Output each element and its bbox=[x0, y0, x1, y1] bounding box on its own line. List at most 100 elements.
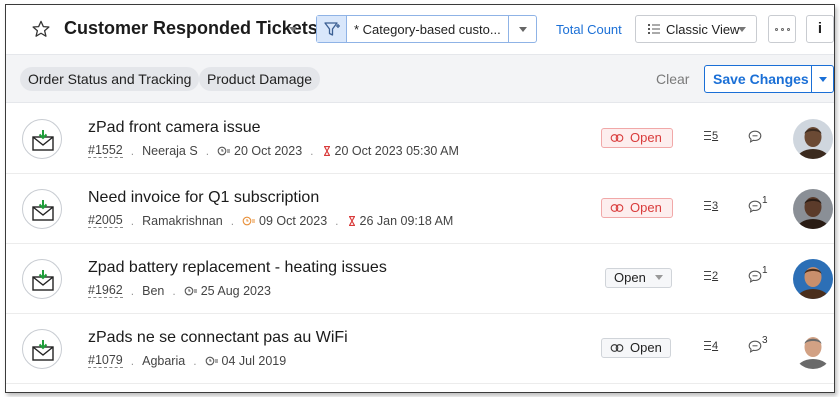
separator-dot: . bbox=[193, 353, 197, 368]
view-mode-dropdown[interactable]: Classic View bbox=[635, 15, 757, 43]
ticket-due-date: 20 Oct 2023 05:30 AM bbox=[334, 143, 459, 158]
email-channel-icon bbox=[22, 119, 62, 159]
ticket-subject-link[interactable]: Need invoice for Q1 subscription bbox=[88, 189, 319, 207]
thread-count-value: 2 bbox=[712, 270, 719, 282]
info-button[interactable]: i bbox=[806, 15, 834, 43]
thread-count-value: 3 bbox=[712, 200, 719, 212]
dot-icon bbox=[787, 28, 790, 31]
avatar[interactable] bbox=[793, 119, 833, 159]
list-header: Customer Responded Tickets * Category-ba… bbox=[6, 5, 834, 55]
filter-dropdown-button[interactable] bbox=[508, 16, 536, 42]
star-icon[interactable] bbox=[32, 20, 50, 38]
ticket-row[interactable]: Need invoice for Q1 subscription #2005 .… bbox=[6, 174, 834, 244]
chevron-down-icon bbox=[519, 27, 527, 32]
ticket-created-date: 04 Jul 2019 bbox=[221, 353, 287, 368]
chevron-down-icon[interactable] bbox=[289, 27, 297, 32]
ticket-created-date: 20 Oct 2023 bbox=[234, 143, 303, 158]
comment-icon bbox=[748, 340, 762, 354]
comment-count[interactable]: 3 bbox=[748, 335, 768, 358]
separator-dot: . bbox=[172, 283, 176, 298]
separator-dot: . bbox=[335, 213, 339, 228]
comment-count[interactable]: 1 bbox=[748, 265, 768, 288]
filter-tag[interactable]: Product Damage bbox=[199, 67, 321, 91]
status-dropdown[interactable]: Open bbox=[605, 268, 673, 288]
status-link-icon bbox=[610, 134, 624, 142]
ticket-agent: Agbaria bbox=[142, 353, 186, 368]
ticket-subject-link[interactable]: zPads ne se connectant pas au WiFi bbox=[88, 329, 348, 347]
hourglass-icon bbox=[348, 215, 355, 226]
comment-icon bbox=[748, 130, 762, 144]
comment-count[interactable] bbox=[748, 129, 762, 148]
status-label: Open bbox=[614, 270, 646, 285]
ticket-agent: Ben bbox=[142, 283, 165, 298]
email-channel-icon bbox=[22, 189, 62, 229]
threads-icon bbox=[704, 131, 711, 140]
status-label: Open bbox=[630, 200, 662, 215]
chevron-down-icon bbox=[819, 77, 827, 82]
threads-icon bbox=[704, 201, 711, 210]
clock-icon bbox=[242, 216, 256, 225]
save-options-dropdown[interactable] bbox=[811, 66, 833, 92]
list-icon bbox=[648, 24, 660, 34]
comment-count[interactable]: 1 bbox=[748, 195, 768, 218]
ticket-id-link[interactable]: #1552 bbox=[88, 143, 123, 158]
ticket-subject-link[interactable]: Zpad battery replacement - heating issue… bbox=[88, 259, 387, 277]
comment-icon bbox=[748, 200, 762, 214]
threads-icon bbox=[704, 271, 711, 280]
ticket-id-link[interactable]: #2005 bbox=[88, 213, 123, 228]
dot-icon bbox=[775, 28, 778, 31]
view-title[interactable]: Customer Responded Tickets bbox=[64, 18, 318, 39]
clear-button[interactable]: Clear bbox=[656, 71, 689, 87]
ticket-agent: Ramakrishnan bbox=[142, 213, 223, 228]
ticket-meta: #1962 . Ben . 25 Aug 2023 bbox=[88, 283, 271, 298]
thread-count[interactable]: 5 bbox=[704, 130, 718, 142]
avatar[interactable] bbox=[793, 259, 833, 299]
clock-icon bbox=[205, 356, 218, 365]
filter-tag-bar: Order Status and Tracking Product Damage… bbox=[6, 55, 834, 103]
thread-count[interactable]: 3 bbox=[704, 200, 718, 212]
comment-count-value: 3 bbox=[762, 335, 768, 346]
status-dropdown[interactable]: Open bbox=[601, 198, 673, 218]
thread-count-value: 5 bbox=[712, 130, 719, 142]
ticket-created-date: 09 Oct 2023 bbox=[259, 213, 328, 228]
ticket-row[interactable]: zPad front camera issue #1552 . Neeraja … bbox=[6, 104, 834, 174]
status-link-icon bbox=[610, 204, 624, 212]
filter-selector[interactable]: * Category-based custo... bbox=[316, 15, 537, 43]
email-channel-icon bbox=[22, 259, 62, 299]
thread-count[interactable]: 4 bbox=[704, 340, 718, 352]
status-label: Open bbox=[630, 130, 662, 145]
status-dropdown[interactable]: Open bbox=[601, 128, 673, 148]
separator-dot: . bbox=[130, 143, 135, 158]
filter-tag[interactable]: Order Status and Tracking bbox=[20, 67, 200, 91]
ticket-meta: #2005 . Ramakrishnan . 09 Oct 2023 . 26 … bbox=[88, 213, 453, 228]
status-label: Open bbox=[630, 340, 662, 355]
ticket-subject-link[interactable]: zPad front camera issue bbox=[88, 119, 261, 137]
status-dropdown[interactable]: Open bbox=[601, 338, 671, 358]
thread-count-value: 4 bbox=[712, 340, 719, 352]
total-count-link[interactable]: Total Count bbox=[556, 22, 622, 37]
ticket-agent: Neeraja S bbox=[142, 143, 198, 158]
filter-icon bbox=[324, 22, 340, 36]
ticket-meta: #1552 . Neeraja S . 20 Oct 2023 . 20 Oct… bbox=[88, 143, 459, 158]
comment-count-value: 1 bbox=[762, 195, 768, 206]
separator-dot: . bbox=[205, 143, 210, 158]
save-changes-button[interactable]: Save Changes bbox=[713, 71, 809, 87]
chevron-down-icon bbox=[655, 275, 664, 280]
avatar[interactable] bbox=[793, 189, 833, 229]
more-options-button[interactable] bbox=[768, 15, 796, 43]
hourglass-icon bbox=[323, 145, 330, 156]
separator-dot: . bbox=[310, 143, 314, 158]
save-changes-group: Save Changes bbox=[704, 65, 834, 93]
ticket-row[interactable]: zPads ne se connectant pas au WiFi #1079… bbox=[6, 314, 834, 384]
ticket-created-date: 25 Aug 2023 bbox=[200, 283, 271, 298]
avatar[interactable] bbox=[793, 329, 833, 369]
ticket-id-link[interactable]: #1962 bbox=[88, 283, 123, 298]
ticket-id-link[interactable]: #1079 bbox=[88, 353, 123, 368]
thread-count[interactable]: 2 bbox=[704, 270, 718, 282]
status-link-icon bbox=[610, 344, 624, 352]
ticket-row[interactable]: Zpad battery replacement - heating issue… bbox=[6, 244, 834, 314]
email-channel-icon bbox=[22, 329, 62, 369]
separator-dot: . bbox=[130, 283, 135, 298]
separator-dot: . bbox=[130, 213, 135, 228]
filter-toggle-button[interactable] bbox=[317, 16, 347, 42]
